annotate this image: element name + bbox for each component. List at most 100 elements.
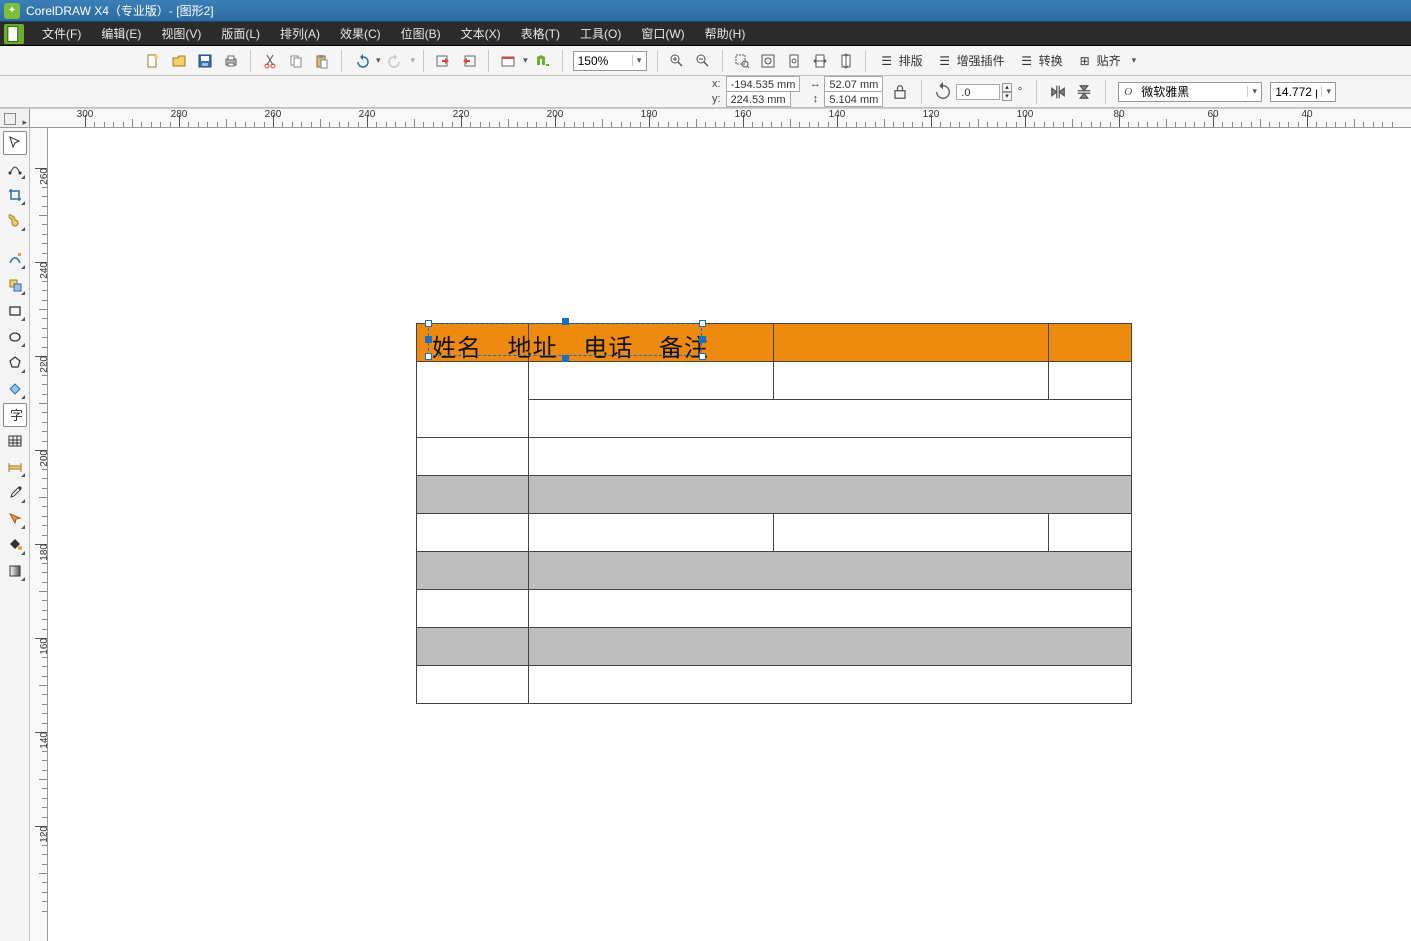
print-button[interactable] <box>220 50 242 72</box>
document-icon[interactable] <box>4 24 24 44</box>
shape-tool[interactable] <box>3 157 27 181</box>
rotate-up[interactable]: ▴ <box>1002 83 1012 92</box>
zoom-combo[interactable]: ▾ <box>573 51 647 71</box>
table-row <box>417 438 1132 476</box>
canvas[interactable]: 姓名 地址 电话 备注 <box>48 128 1411 941</box>
convert-button[interactable]: ☰转换 <box>1012 50 1070 72</box>
snap-button[interactable]: ⊞贴齐 <box>1070 50 1128 72</box>
eyedropper-tool[interactable] <box>3 481 27 505</box>
rotate-value[interactable]: .0 <box>956 84 1000 100</box>
snap-dropdown[interactable]: ▾ <box>1132 55 1137 66</box>
arrange-label: 排版 <box>899 52 923 69</box>
polygon-tool[interactable] <box>3 351 27 375</box>
plugin-label: 增强插件 <box>957 52 1005 69</box>
new-button[interactable] <box>142 50 164 72</box>
font-size-dropdown-icon[interactable]: ▾ <box>1321 86 1335 97</box>
height-value[interactable]: 5.104 mm <box>824 91 883 107</box>
zoom-in-button[interactable] <box>666 50 688 72</box>
menu-text[interactable]: 文本(X) <box>451 25 511 42</box>
width-icon: ↔ <box>808 77 822 91</box>
paste-button[interactable] <box>311 50 333 72</box>
mirror-h-button[interactable] <box>1047 81 1069 103</box>
save-button[interactable] <box>194 50 216 72</box>
dimension-tool[interactable] <box>3 455 27 479</box>
font-size-input[interactable] <box>1271 83 1321 101</box>
table-object[interactable] <box>416 323 1132 704</box>
redo-button[interactable] <box>385 50 407 72</box>
x-value[interactable]: -194.535 mm <box>726 76 801 92</box>
zoom-dropdown-icon[interactable]: ▾ <box>632 55 646 66</box>
freehand-tool[interactable] <box>3 247 27 271</box>
menu-arrange[interactable]: 排列(A) <box>270 25 330 42</box>
menu-help[interactable]: 帮助(H) <box>695 25 756 42</box>
position-group: x:-194.535 mm y:224.53 mm <box>712 77 800 106</box>
app-launcher-button[interactable] <box>497 50 519 72</box>
zoom-input[interactable] <box>574 52 632 70</box>
pick-tool[interactable] <box>3 131 27 155</box>
basic-shapes-tool[interactable] <box>3 377 27 401</box>
text-tool[interactable]: 字 <box>3 403 27 427</box>
rotate-down[interactable]: ▾ <box>1002 92 1012 101</box>
app-icon: ✦ <box>4 3 20 19</box>
mirror-v-button[interactable] <box>1073 81 1095 103</box>
rectangle-tool[interactable] <box>3 299 27 323</box>
table-row <box>417 362 1132 400</box>
zoom-all-button[interactable] <box>757 50 779 72</box>
ruler-horizontal[interactable]: 300280260240220200180160140120100806040 <box>30 108 1411 128</box>
width-value[interactable]: 52.07 mm <box>824 76 883 92</box>
import-button[interactable] <box>432 50 454 72</box>
menu-file[interactable]: 文件(F) <box>32 25 91 42</box>
export-button[interactable] <box>458 50 480 72</box>
snap-icon: ⊞ <box>1077 53 1093 69</box>
interactive-fill-tool[interactable] <box>3 559 27 583</box>
plugin-icon: ☰ <box>937 53 953 69</box>
table-row <box>417 666 1132 704</box>
ruler-origin[interactable] <box>0 108 30 128</box>
cut-button[interactable] <box>259 50 281 72</box>
menu-effects[interactable]: 效果(C) <box>330 25 391 42</box>
open-button[interactable] <box>168 50 190 72</box>
menu-bitmap[interactable]: 位图(B) <box>391 25 451 42</box>
font-combo[interactable]: O ▾ <box>1118 82 1262 102</box>
zoom-height-button[interactable] <box>835 50 857 72</box>
font-input[interactable] <box>1137 83 1247 101</box>
menu-window[interactable]: 窗口(W) <box>631 25 694 42</box>
menu-view[interactable]: 视图(V) <box>151 25 211 42</box>
y-label: y: <box>712 93 721 105</box>
fill-tool[interactable] <box>3 533 27 557</box>
zoom-tool[interactable] <box>3 209 27 233</box>
font-size-combo[interactable]: ▾ <box>1270 82 1336 102</box>
table-row <box>417 514 1132 552</box>
table-tool[interactable] <box>3 429 27 453</box>
menu-layout[interactable]: 版面(L) <box>211 25 270 42</box>
crop-tool[interactable] <box>3 183 27 207</box>
convert-icon: ☰ <box>1019 53 1035 69</box>
degree-unit: ° <box>1018 86 1022 98</box>
menu-tools[interactable]: 工具(O) <box>570 25 631 42</box>
copy-button[interactable] <box>285 50 307 72</box>
menu-edit[interactable]: 编辑(E) <box>91 25 151 42</box>
font-dropdown-icon[interactable]: ▾ <box>1247 86 1261 97</box>
table-header-text[interactable]: 姓名 地址 电话 备注 <box>432 328 727 363</box>
arrange-button[interactable]: ☰排版 <box>872 50 930 72</box>
zoom-page-button[interactable] <box>783 50 805 72</box>
undo-button[interactable] <box>350 50 372 72</box>
redo-dropdown[interactable]: ▾ <box>411 55 416 66</box>
zoom-selection-button[interactable] <box>731 50 753 72</box>
lock-ratio-button[interactable] <box>889 81 911 103</box>
undo-dropdown[interactable]: ▾ <box>376 55 381 66</box>
size-group: ↔52.07 mm ↕5.104 mm <box>808 77 883 106</box>
welcome-button[interactable] <box>532 50 554 72</box>
plugin-button[interactable]: ☰增强插件 <box>930 50 1012 72</box>
font-glyph-icon: O <box>1119 86 1137 98</box>
ruler-vertical[interactable]: 260240220200180160140120 <box>30 128 48 941</box>
smart-fill-tool[interactable] <box>3 273 27 297</box>
y-value[interactable]: 224.53 mm <box>726 91 791 107</box>
ellipse-tool[interactable] <box>3 325 27 349</box>
outline-tool[interactable] <box>3 507 27 531</box>
zoom-out-button[interactable] <box>692 50 714 72</box>
app-dropdown[interactable]: ▾ <box>523 55 528 66</box>
zoom-width-button[interactable] <box>809 50 831 72</box>
window-title: CorelDRAW X4（专业版）- [图形2] <box>26 2 214 19</box>
menu-table[interactable]: 表格(T) <box>511 25 570 42</box>
